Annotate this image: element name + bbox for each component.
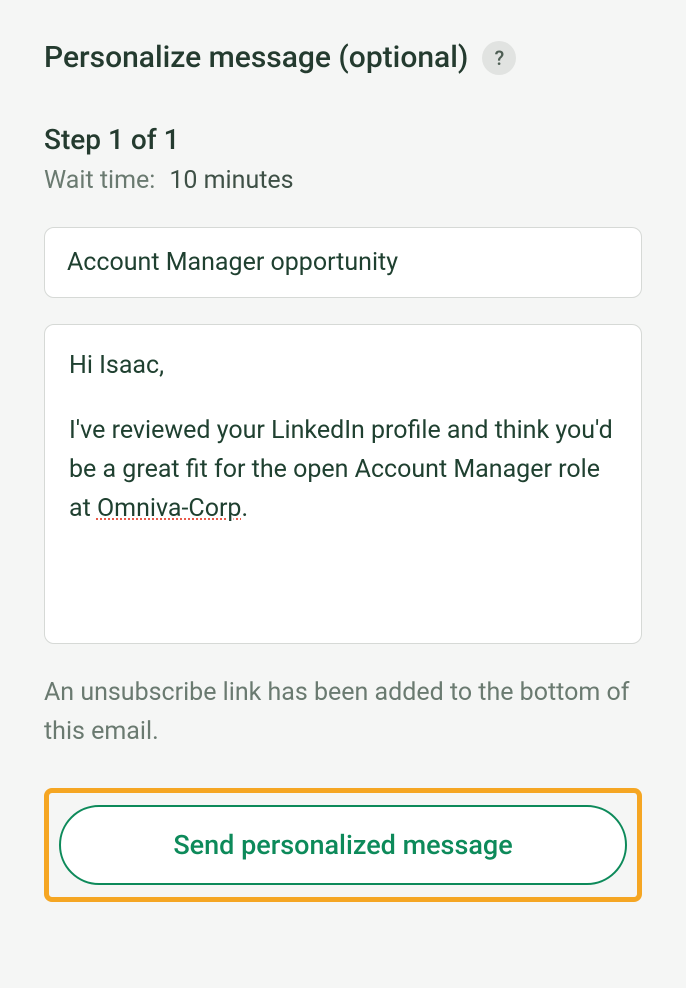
- header-row: Personalize message (optional) ?: [44, 40, 642, 75]
- send-button-highlight: Send personalized message: [44, 788, 642, 902]
- send-personalized-message-button[interactable]: Send personalized message: [59, 805, 627, 885]
- wait-time-label: Wait time:: [44, 166, 155, 195]
- message-greeting: Hi Isaac,: [69, 351, 617, 380]
- subject-field-container: [44, 227, 642, 298]
- wait-time-value: 10 minutes: [169, 166, 293, 195]
- message-body-after: .: [241, 494, 248, 523]
- unsubscribe-note: An unsubscribe link has been added to th…: [44, 674, 642, 752]
- step-label: Step 1 of 1: [44, 123, 642, 156]
- page-title: Personalize message (optional): [44, 40, 468, 75]
- message-body: I've reviewed your LinkedIn profile and …: [69, 412, 617, 528]
- wait-time-row: Wait time: 10 minutes: [44, 166, 642, 195]
- message-body-container[interactable]: Hi Isaac, I've reviewed your LinkedIn pr…: [44, 324, 642, 644]
- subject-input[interactable]: [67, 248, 619, 277]
- spellcheck-word: Omniva-Corp: [97, 494, 241, 523]
- help-icon[interactable]: ?: [482, 41, 516, 75]
